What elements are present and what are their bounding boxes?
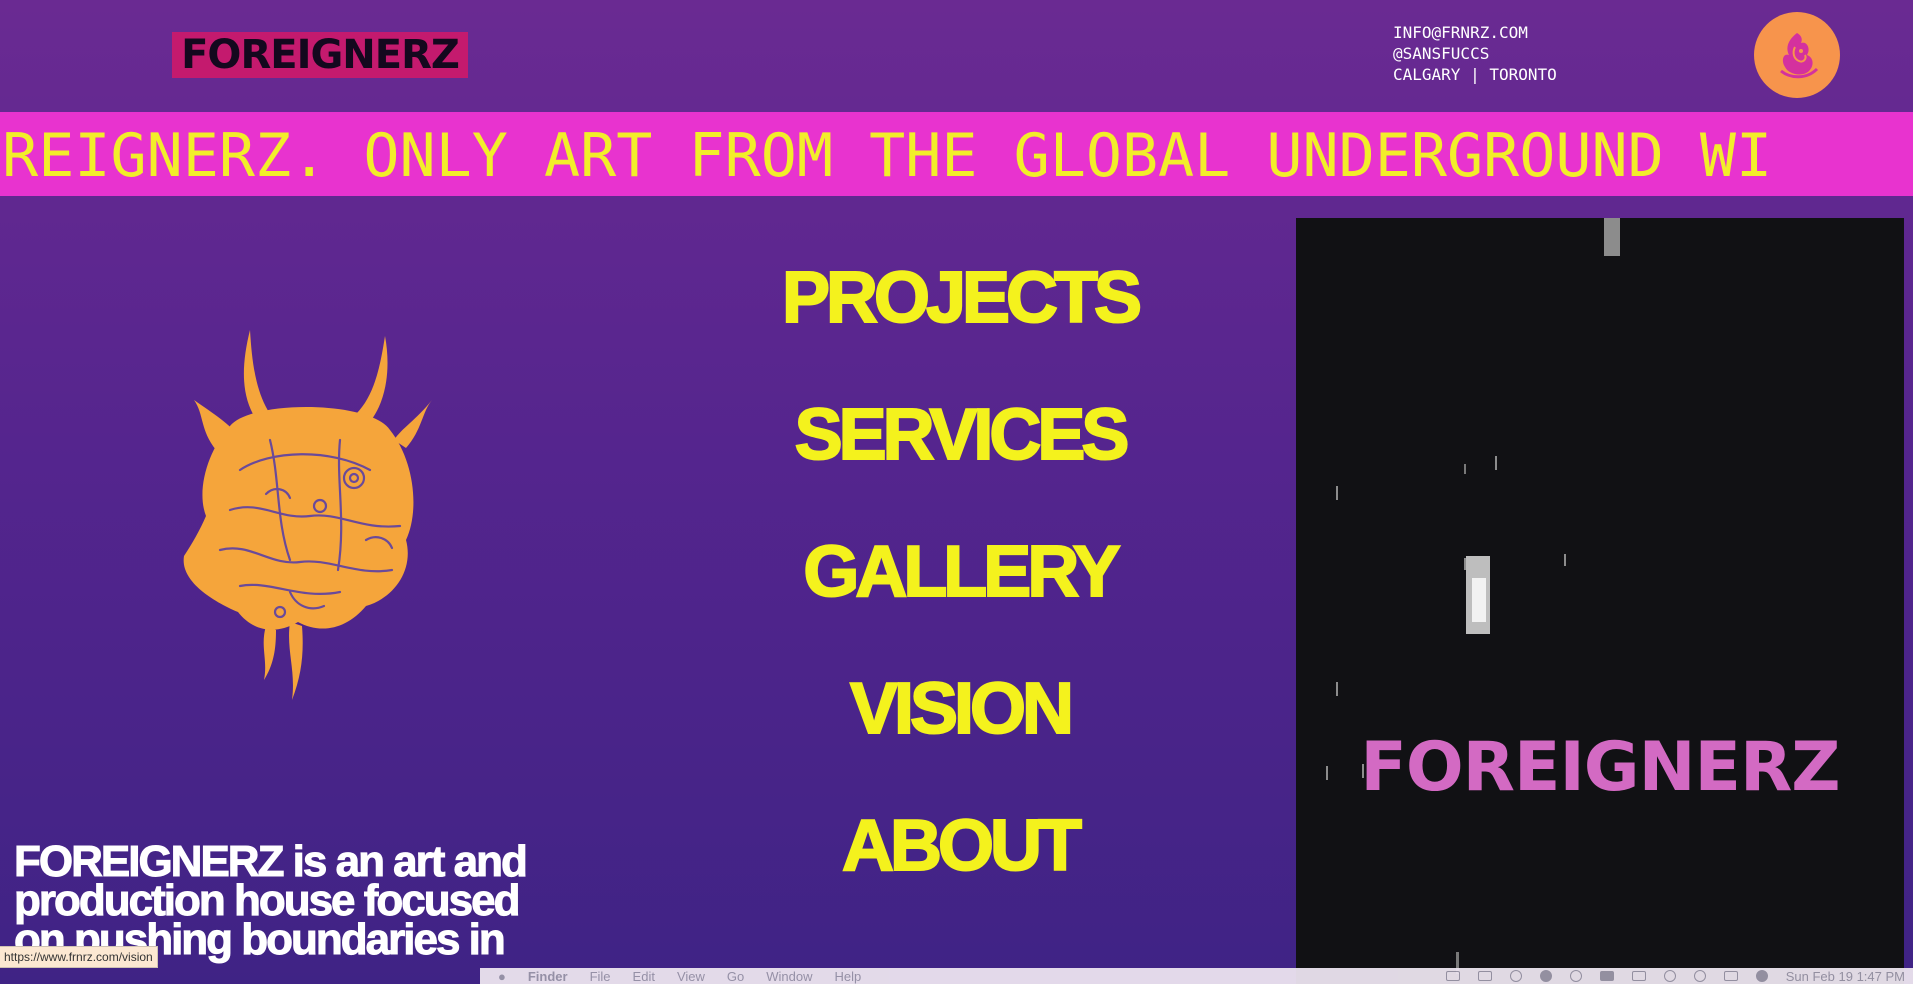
site-logo[interactable]: FOREIGNERZ bbox=[172, 32, 468, 78]
app-status-icon[interactable] bbox=[1445, 971, 1460, 981]
menu-finder[interactable]: Finder bbox=[528, 969, 568, 984]
apple-icon[interactable]: ● bbox=[498, 969, 506, 984]
intro-text: FOREIGNERZ is an art and production hous… bbox=[14, 837, 529, 964]
main-nav: PROJECTS SERVICES GALLERY VISION ABOUT bbox=[720, 230, 1200, 915]
menubar-clock[interactable]: Sun Feb 19 1:47 PM bbox=[1786, 969, 1905, 984]
time-machine-icon[interactable] bbox=[1569, 970, 1582, 982]
siri-icon[interactable] bbox=[1755, 970, 1768, 982]
menu-edit[interactable]: Edit bbox=[633, 969, 655, 984]
nav-vision[interactable]: VISION bbox=[720, 641, 1200, 778]
menu-view[interactable]: View bbox=[677, 969, 705, 984]
menu-window[interactable]: Window bbox=[766, 969, 812, 984]
video-noise bbox=[1326, 218, 1620, 974]
battery-icon[interactable] bbox=[1631, 971, 1646, 981]
video-logo-text: FOREIGNERZ bbox=[1360, 728, 1840, 807]
nav-projects[interactable]: PROJECTS bbox=[720, 230, 1200, 367]
input-source-icon[interactable] bbox=[1599, 971, 1614, 981]
nav-services[interactable]: SERVICES bbox=[720, 367, 1200, 504]
marquee-text: OREIGNERZ. ONLY ART FROM THE GLOBAL UNDE… bbox=[0, 121, 1773, 191]
control-center-icon[interactable] bbox=[1723, 971, 1738, 981]
flame-creature-icon bbox=[1780, 33, 1819, 79]
wifi-icon[interactable] bbox=[1663, 970, 1676, 982]
spotlight-search-icon[interactable] bbox=[1693, 970, 1706, 982]
menu-go[interactable]: Go bbox=[727, 969, 744, 984]
logo-text: FOREIGNERZ bbox=[181, 32, 460, 78]
avatar[interactable] bbox=[1754, 12, 1840, 98]
contact-cities: CALGARY | TORONTO bbox=[1393, 65, 1557, 84]
activity-icon[interactable] bbox=[1509, 970, 1522, 982]
menu-file[interactable]: File bbox=[590, 969, 611, 984]
contact-info: INFO@FRNRZ.COM @SANSFUCCS CALGARY | TORO… bbox=[1393, 22, 1557, 85]
bull-illustration bbox=[183, 330, 432, 700]
contact-handle[interactable]: @SANSFUCCS bbox=[1393, 43, 1557, 64]
grammarly-icon[interactable] bbox=[1539, 970, 1552, 982]
contact-email[interactable]: INFO@FRNRZ.COM bbox=[1393, 22, 1557, 43]
status-url: https://www.frnrz.com/vision bbox=[0, 946, 158, 968]
os-menubar: ● Finder File Edit View Go Window Help S… bbox=[480, 968, 1913, 984]
menu-help[interactable]: Help bbox=[835, 969, 862, 984]
screen-share-icon[interactable] bbox=[1477, 971, 1492, 981]
marquee-banner: OREIGNERZ. ONLY ART FROM THE GLOBAL UNDE… bbox=[0, 112, 1913, 196]
video-panel[interactable]: FOREIGNERZ bbox=[1296, 218, 1904, 984]
nav-gallery[interactable]: GALLERY bbox=[720, 504, 1200, 641]
nav-about[interactable]: ABOUT bbox=[720, 778, 1200, 915]
